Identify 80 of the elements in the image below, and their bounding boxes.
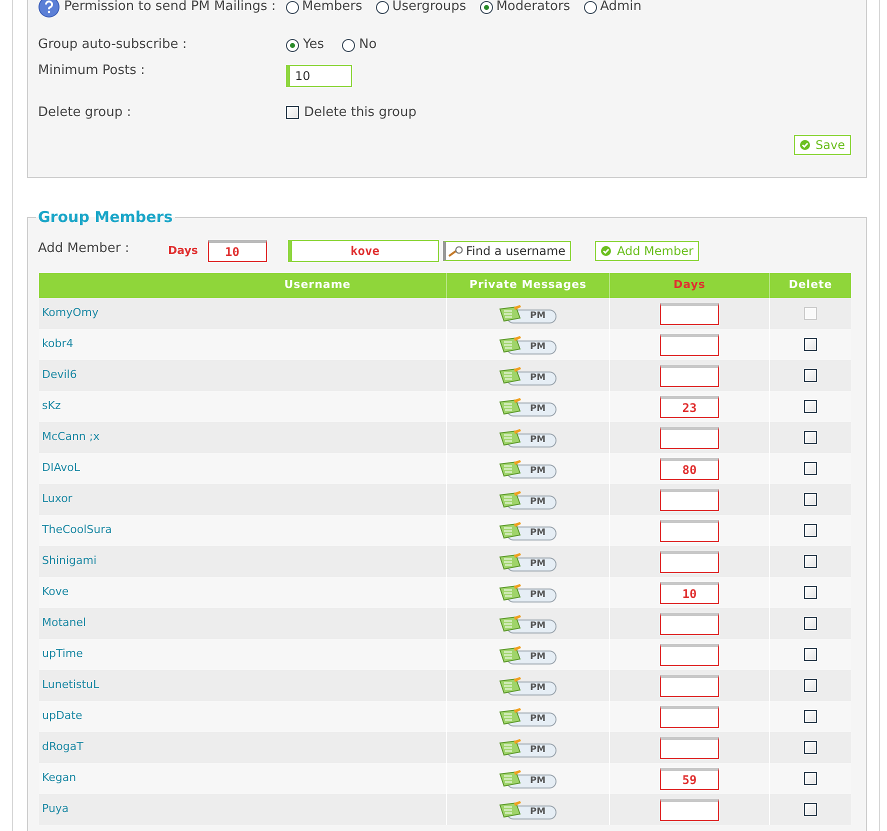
radio-button[interactable] [480, 0, 494, 14]
days-field[interactable]: 59 [660, 768, 719, 790]
checkbox[interactable] [804, 679, 817, 692]
days-field[interactable] [660, 644, 719, 666]
radio-button[interactable] [342, 38, 355, 52]
checkbox[interactable] [804, 431, 817, 444]
option-label: No [359, 36, 377, 54]
days-field[interactable] [660, 736, 719, 758]
username-link[interactable]: Kove [42, 584, 69, 601]
days-field[interactable] [660, 520, 719, 542]
field-label: Add Member : [38, 240, 130, 258]
checkbox[interactable] [804, 710, 817, 723]
days-field[interactable] [660, 302, 719, 324]
option-label: Admin [600, 0, 642, 16]
section-title: Group Members [36, 208, 175, 226]
checkbox[interactable] [804, 803, 817, 816]
option-label: Yes [303, 36, 324, 54]
days-field[interactable] [660, 612, 719, 634]
username-link[interactable]: Shinigami [42, 553, 97, 570]
add-member-button[interactable]: Add Member [595, 241, 700, 261]
field-label: Minimum Posts : [38, 63, 145, 78]
days-field[interactable] [660, 550, 719, 572]
input-field[interactable]: 10 [286, 65, 352, 87]
username-link[interactable]: kobr4 [42, 336, 74, 353]
username-link[interactable]: Devil6 [42, 367, 77, 384]
checkbox[interactable] [804, 586, 817, 599]
days-field[interactable]: 23 [660, 396, 719, 418]
days-field[interactable]: 10 [208, 240, 267, 262]
checkbox[interactable] [804, 617, 817, 630]
username-field[interactable]: kove [288, 240, 439, 262]
username-link[interactable]: upTime [42, 646, 83, 663]
days-field[interactable] [660, 334, 719, 356]
username-link[interactable]: sKz [42, 398, 61, 415]
days-field[interactable] [660, 426, 719, 448]
radio-button[interactable] [286, 0, 299, 14]
username-link[interactable]: Luxor [42, 491, 72, 508]
option-label: Moderators [496, 0, 570, 16]
username-link[interactable]: dRogaT [42, 739, 84, 756]
check-icon [800, 140, 810, 150]
days-field[interactable] [660, 674, 719, 696]
days-field[interactable]: 80 [660, 458, 719, 480]
checkbox-label: Delete this group [304, 104, 416, 122]
username-link[interactable]: DIAvoL [42, 460, 80, 477]
days-label: Days [168, 242, 199, 259]
username-link[interactable]: LunetistuL [42, 677, 100, 694]
checkbox[interactable] [804, 524, 817, 537]
checkbox[interactable] [804, 741, 817, 754]
checkbox[interactable] [804, 369, 817, 382]
radio-button[interactable] [376, 0, 390, 14]
days-field[interactable] [660, 364, 719, 386]
checkbox[interactable] [804, 648, 817, 661]
days-field[interactable] [660, 706, 719, 728]
username-link[interactable]: TheCoolSura [42, 522, 112, 539]
save-button[interactable]: Save [794, 134, 851, 154]
checkbox[interactable] [804, 493, 817, 506]
checkbox[interactable] [286, 106, 299, 120]
radio-button[interactable] [286, 38, 299, 52]
checkbox[interactable] [804, 400, 817, 413]
option-label: Usergroups [392, 0, 466, 16]
username-link[interactable]: upDate [42, 708, 82, 725]
days-field[interactable]: 10 [660, 582, 719, 604]
find-username-button[interactable]: Find a username [443, 241, 571, 261]
field-label: Permission to send PM Mailings : [64, 0, 276, 16]
checkbox[interactable] [804, 555, 817, 568]
radio-button[interactable] [584, 0, 598, 14]
username-link[interactable]: Motanel [42, 615, 86, 632]
checkbox[interactable] [804, 462, 817, 475]
username-link[interactable]: Kegan [42, 770, 76, 787]
column-header: Username [283, 277, 352, 294]
checkbox[interactable] [804, 772, 817, 785]
option-label: Members [302, 0, 362, 16]
check-icon [601, 246, 611, 256]
days-field[interactable] [660, 488, 719, 510]
field-label: Delete group : [38, 105, 132, 120]
search-icon [448, 246, 464, 256]
checkbox[interactable] [804, 338, 817, 351]
field-label: Group auto-subscribe : [38, 37, 187, 52]
username-link[interactable]: Puya [42, 801, 69, 818]
username-link[interactable]: McCann ;x [42, 429, 100, 446]
days-field[interactable] [660, 798, 719, 820]
